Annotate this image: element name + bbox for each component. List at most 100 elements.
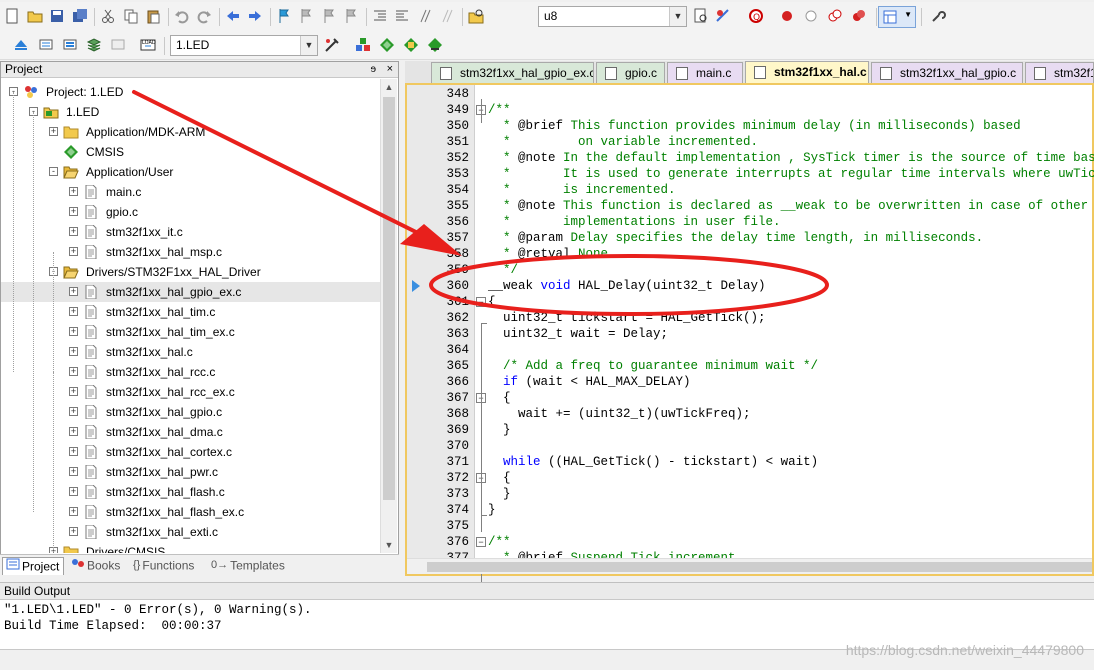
code-line[interactable]: { bbox=[488, 470, 511, 486]
expand-icon[interactable]: + bbox=[69, 427, 78, 436]
new-file-icon[interactable] bbox=[3, 7, 21, 25]
code-line[interactable]: * @retval None bbox=[488, 246, 608, 262]
fold-toggle-icon[interactable]: − bbox=[476, 537, 486, 547]
expand-icon[interactable]: + bbox=[69, 447, 78, 456]
code-line[interactable]: /** bbox=[488, 534, 511, 550]
code-line[interactable]: if (wait < HAL_MAX_DELAY) bbox=[488, 374, 691, 390]
code-editor[interactable]: 348 349 350 351 352 353 354 355 356 357 358 359 360 3… bbox=[405, 83, 1094, 583]
code-line[interactable]: * @brief This function provides minimum … bbox=[488, 118, 1021, 134]
enable-breakpoint-icon[interactable] bbox=[802, 7, 820, 25]
code-line[interactable]: wait += (uint32_t)(uwTickFreq); bbox=[488, 406, 751, 422]
target-select[interactable]: 1.LED ▼ bbox=[170, 35, 318, 56]
expand-icon[interactable]: + bbox=[69, 347, 78, 356]
navigate-forward-icon[interactable] bbox=[246, 7, 264, 25]
kill-breakpoints-icon[interactable] bbox=[850, 7, 868, 25]
tree-item-file[interactable]: + stm32f1xx_hal_exti.c bbox=[1, 522, 381, 542]
configure-icon[interactable] bbox=[929, 7, 947, 25]
collapse-icon[interactable]: - bbox=[49, 167, 58, 176]
editor-tab[interactable]: stm32f1xx_hal_gpio.c bbox=[871, 62, 1023, 83]
tree-item-file[interactable]: + stm32f1xx_hal_gpio.c bbox=[1, 402, 381, 422]
redo-icon[interactable] bbox=[195, 7, 213, 25]
code-line[interactable]: uint32_t wait = Delay; bbox=[488, 326, 668, 342]
manage-rte-icon[interactable] bbox=[402, 36, 420, 54]
code-line[interactable]: while ((HAL_GetTick() - tickstart) < wai… bbox=[488, 454, 818, 470]
expand-icon[interactable]: + bbox=[69, 407, 78, 416]
select-packs-icon[interactable] bbox=[378, 36, 396, 54]
expand-icon[interactable]: + bbox=[69, 387, 78, 396]
tree-item-node[interactable]: + Drivers/CMSIS bbox=[1, 542, 381, 553]
expand-icon[interactable]: + bbox=[69, 247, 78, 256]
tree-item-file[interactable]: + stm32f1xx_hal_dma.c bbox=[1, 422, 381, 442]
expand-icon[interactable]: + bbox=[69, 367, 78, 376]
scroll-thumb[interactable] bbox=[383, 97, 395, 500]
expand-icon[interactable]: + bbox=[69, 227, 78, 236]
layout-dropdown-button[interactable]: ▼ bbox=[878, 6, 916, 28]
code-line[interactable]: * @param Delay specifies the delay time … bbox=[488, 230, 983, 246]
bookmark-icon[interactable] bbox=[275, 7, 293, 25]
uncomment-icon[interactable] bbox=[438, 7, 456, 25]
code-line[interactable]: { bbox=[488, 294, 496, 310]
panel-tab-books[interactable]: Books bbox=[68, 557, 124, 575]
open-file-icon[interactable] bbox=[26, 7, 44, 25]
expand-icon[interactable]: + bbox=[69, 507, 78, 516]
find-in-files-icon[interactable] bbox=[467, 7, 485, 25]
chevron-down-icon[interactable]: ▼ bbox=[669, 7, 686, 26]
tree-item-node[interactable]: CMSIS bbox=[1, 142, 381, 162]
panel-tab-functions[interactable]: {} Functions bbox=[130, 557, 202, 575]
scroll-up-arrow-icon[interactable]: ▲ bbox=[381, 79, 397, 95]
tree-item-node[interactable]: -1.LED bbox=[1, 102, 381, 122]
expand-icon[interactable]: + bbox=[69, 527, 78, 536]
fold-toggle-icon[interactable]: − bbox=[476, 297, 486, 307]
code-line[interactable]: /* Add a freq to guarantee minimum wait … bbox=[488, 358, 818, 374]
prev-bookmark-icon[interactable] bbox=[297, 7, 315, 25]
tree-item-file[interactable]: + stm32f1xx_hal_msp.c bbox=[1, 242, 381, 262]
expand-icon[interactable]: + bbox=[69, 287, 78, 296]
manage-project-items-icon[interactable] bbox=[354, 36, 372, 54]
navigate-back-icon[interactable] bbox=[224, 7, 242, 25]
save-all-icon[interactable] bbox=[71, 7, 89, 25]
find-replace-icon[interactable] bbox=[714, 7, 732, 25]
next-bookmark-icon[interactable] bbox=[320, 7, 338, 25]
expand-icon[interactable]: + bbox=[49, 127, 58, 136]
editor-tab[interactable]: stm32f1xx_hal_gpio_ex.c bbox=[431, 62, 594, 83]
expand-icon[interactable]: + bbox=[69, 467, 78, 476]
batch-build-icon[interactable] bbox=[85, 36, 103, 54]
download-load-icon[interactable]: LOAD bbox=[139, 36, 157, 54]
code-line[interactable]: * on variable incremented. bbox=[488, 134, 758, 150]
tree-item-node[interactable]: - Drivers/STM32F1xx_HAL_Driver bbox=[1, 262, 381, 282]
build-icon[interactable] bbox=[37, 36, 55, 54]
save-icon[interactable] bbox=[48, 7, 66, 25]
stop-build-icon[interactable] bbox=[109, 36, 127, 54]
tree-item-file[interactable]: + stm32f1xx_it.c bbox=[1, 222, 381, 242]
clear-bookmarks-icon[interactable] bbox=[342, 7, 360, 25]
translate-icon[interactable] bbox=[12, 36, 30, 54]
tree-item-file[interactable]: + stm32f1xx_hal_cortex.c bbox=[1, 442, 381, 462]
tree-item-file[interactable]: + stm32f1xx_hal_rcc.c bbox=[1, 362, 381, 382]
tree-item-file[interactable]: + stm32f1xx_hal_pwr.c bbox=[1, 462, 381, 482]
expand-icon[interactable]: + bbox=[69, 207, 78, 216]
tree-vertical-scrollbar[interactable]: ▲ ▼ bbox=[380, 79, 397, 553]
tree-item-file[interactable]: + stm32f1xx_hal_tim.c bbox=[1, 302, 381, 322]
scroll-thumb[interactable] bbox=[427, 562, 1092, 572]
panel-tab-templates[interactable]: 0→ Templates bbox=[208, 557, 286, 575]
disable-breakpoints-icon[interactable] bbox=[826, 7, 844, 25]
indent-icon[interactable] bbox=[371, 7, 389, 25]
paste-icon[interactable] bbox=[144, 7, 162, 25]
code-line[interactable]: * @note In the default implementation , … bbox=[488, 150, 1094, 166]
tree-item-node[interactable]: + Application/MDK-ARM bbox=[1, 122, 381, 142]
code-line[interactable]: } bbox=[488, 422, 511, 438]
rebuild-icon[interactable] bbox=[61, 36, 79, 54]
expand-icon[interactable]: + bbox=[69, 487, 78, 496]
code-line[interactable]: * @note This function is declared as __w… bbox=[488, 198, 1088, 214]
pack-installer-icon[interactable] bbox=[426, 36, 444, 54]
tree-item-node[interactable]: - Project: 1.LED bbox=[1, 82, 381, 102]
code-line[interactable]: * implementations in user file. bbox=[488, 214, 781, 230]
incremental-find-icon[interactable] bbox=[692, 7, 710, 25]
tree-item-file[interactable]: + stm32f1xx_hal_rcc_ex.c bbox=[1, 382, 381, 402]
editor-tab[interactable]: gpio.c bbox=[596, 62, 665, 83]
tree-item-file[interactable]: + stm32f1xx_hal_flash_ex.c bbox=[1, 502, 381, 522]
editor-tab[interactable]: stm32f1xx_hal.c bbox=[745, 61, 869, 83]
tree-item-file[interactable]: + stm32f1xx_hal_tim_ex.c bbox=[1, 322, 381, 342]
expand-icon[interactable]: + bbox=[69, 187, 78, 196]
tree-item-file[interactable]: + stm32f1xx_hal_flash.c bbox=[1, 482, 381, 502]
